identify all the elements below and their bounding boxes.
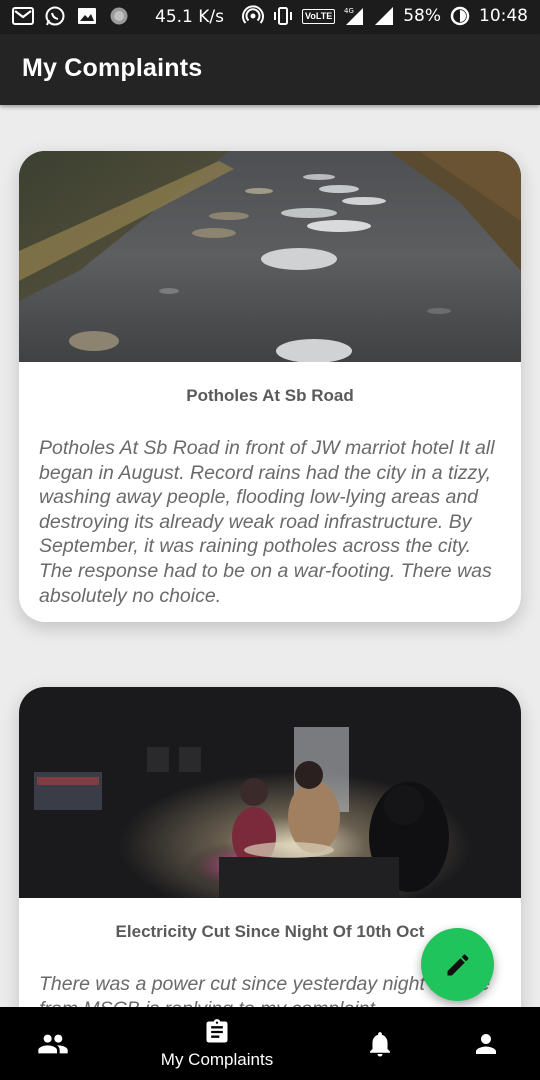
network-speed: 45.1 K/s (155, 7, 224, 27)
sync-icon (110, 7, 128, 25)
network-type: 4G (344, 7, 354, 15)
clock: 10:48 (479, 6, 528, 26)
whatsapp-icon (45, 6, 65, 26)
signal-icon: 4G (344, 7, 364, 25)
page-title: My Complaints (22, 54, 203, 82)
status-bar: 45.1 K/s VoLTE 4G 58% 10:48 (0, 0, 540, 34)
complaint-card[interactable]: Potholes At Sb Road Potholes At Sb Road … (19, 151, 521, 622)
app-bar: My Complaints (0, 34, 540, 105)
vibrate-icon (274, 7, 293, 25)
battery-saver-icon (450, 6, 470, 26)
new-complaint-button[interactable] (421, 928, 494, 1001)
nav-profile[interactable] (456, 1007, 516, 1080)
bell-icon (370, 1031, 390, 1056)
people-icon (38, 1034, 68, 1053)
system-icons: VoLTE 4G 58% 10:48 (242, 5, 528, 27)
nav-community[interactable] (20, 1007, 86, 1080)
gmail-icon (12, 7, 34, 25)
complaint-photo-potholes (19, 151, 521, 362)
nav-notifications[interactable] (350, 1007, 410, 1080)
edit-pencil-icon (447, 953, 469, 975)
complaints-list[interactable]: Potholes At Sb Road Potholes At Sb Road … (0, 105, 540, 1007)
hotspot-icon (242, 5, 265, 24)
volte-badge: VoLTE (302, 8, 336, 24)
gallery-icon (78, 8, 96, 24)
complaint-title: Potholes At Sb Road (186, 386, 354, 405)
complaint-description: Potholes At Sb Road in front of JW marri… (39, 437, 495, 607)
complaint-photo-power-cut (19, 687, 521, 898)
user-icon (476, 1033, 496, 1054)
nav-my-complaints[interactable]: My Complaints (140, 1007, 294, 1080)
nav-label: My Complaints (160, 1049, 274, 1069)
clipboard-icon (206, 1018, 228, 1042)
notification-icons (12, 5, 130, 27)
bottom-navigation: My Complaints (0, 1007, 540, 1080)
signal-icon (375, 7, 394, 25)
battery-percent: 58% (403, 6, 441, 26)
